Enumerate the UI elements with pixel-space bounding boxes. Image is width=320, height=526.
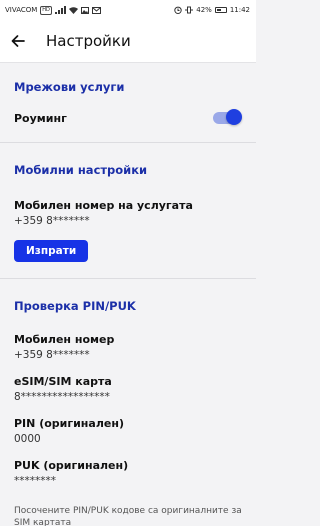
page-title: Настройки bbox=[46, 32, 131, 50]
field-label: eSIM/SIM карта bbox=[14, 375, 112, 388]
pin-puk-section: Проверка PIN/PUK Мобилен номер +359 8***… bbox=[0, 279, 256, 526]
mobile-number-field: Мобилен номер +359 8******* bbox=[14, 333, 242, 361]
field-value: ******** bbox=[14, 475, 56, 487]
signal-icon bbox=[54, 6, 66, 14]
status-bar: VIVACOM HD 42% 11:42 bbox=[0, 0, 256, 20]
mobile-settings-title: Мобилни настройки bbox=[14, 163, 148, 177]
wifi-icon bbox=[68, 6, 78, 14]
roaming-row: Роуминг bbox=[14, 94, 242, 142]
pin-puk-note: Посочените PIN/PUK кодове са оригиналнит… bbox=[14, 506, 242, 526]
app-bar: Настройки bbox=[0, 20, 256, 63]
clock: 11:42 bbox=[229, 6, 250, 14]
arrow-left-icon bbox=[11, 35, 25, 47]
carrier-name: VIVACOM bbox=[5, 6, 38, 14]
service-number-value: +359 8******* bbox=[14, 215, 90, 227]
image-icon bbox=[80, 6, 89, 14]
service-number-label: Мобилен номер на услугата bbox=[14, 199, 193, 212]
field-value: +359 8******* bbox=[14, 349, 90, 361]
network-services-title: Мрежови услуги bbox=[14, 80, 125, 94]
puk-field: PUK (оригинален) ******** bbox=[14, 459, 242, 487]
battery-percent: 42% bbox=[196, 6, 212, 14]
mobile-settings-section: Мобилни настройки Мобилен номер на услуг… bbox=[0, 143, 256, 279]
vibrate-icon bbox=[185, 6, 193, 14]
field-label: PUK (оригинален) bbox=[14, 459, 129, 472]
pin-field: PIN (оригинален) 0000 bbox=[14, 417, 242, 445]
battery-icon bbox=[214, 7, 227, 13]
back-button[interactable] bbox=[10, 33, 26, 49]
field-label: Мобилен номер bbox=[14, 333, 115, 346]
roaming-label: Роуминг bbox=[14, 111, 67, 125]
field-value: 0000 bbox=[14, 433, 41, 445]
toggle-knob bbox=[226, 109, 242, 125]
roaming-toggle[interactable] bbox=[213, 109, 242, 125]
pin-puk-title: Проверка PIN/PUK bbox=[14, 299, 136, 313]
send-button[interactable]: Изпрати bbox=[14, 240, 89, 262]
network-services-section: Мрежови услуги Роуминг bbox=[0, 63, 256, 143]
gmail-icon bbox=[91, 6, 101, 14]
hd-badge: HD bbox=[40, 5, 52, 15]
alarm-icon bbox=[174, 6, 182, 14]
sim-card-field: eSIM/SIM карта 8***************** bbox=[14, 375, 242, 403]
field-label: PIN (оригинален) bbox=[14, 417, 124, 430]
service-number-field: Мобилен номер на услугата +359 8******* bbox=[14, 199, 242, 227]
field-value: 8***************** bbox=[14, 391, 110, 403]
